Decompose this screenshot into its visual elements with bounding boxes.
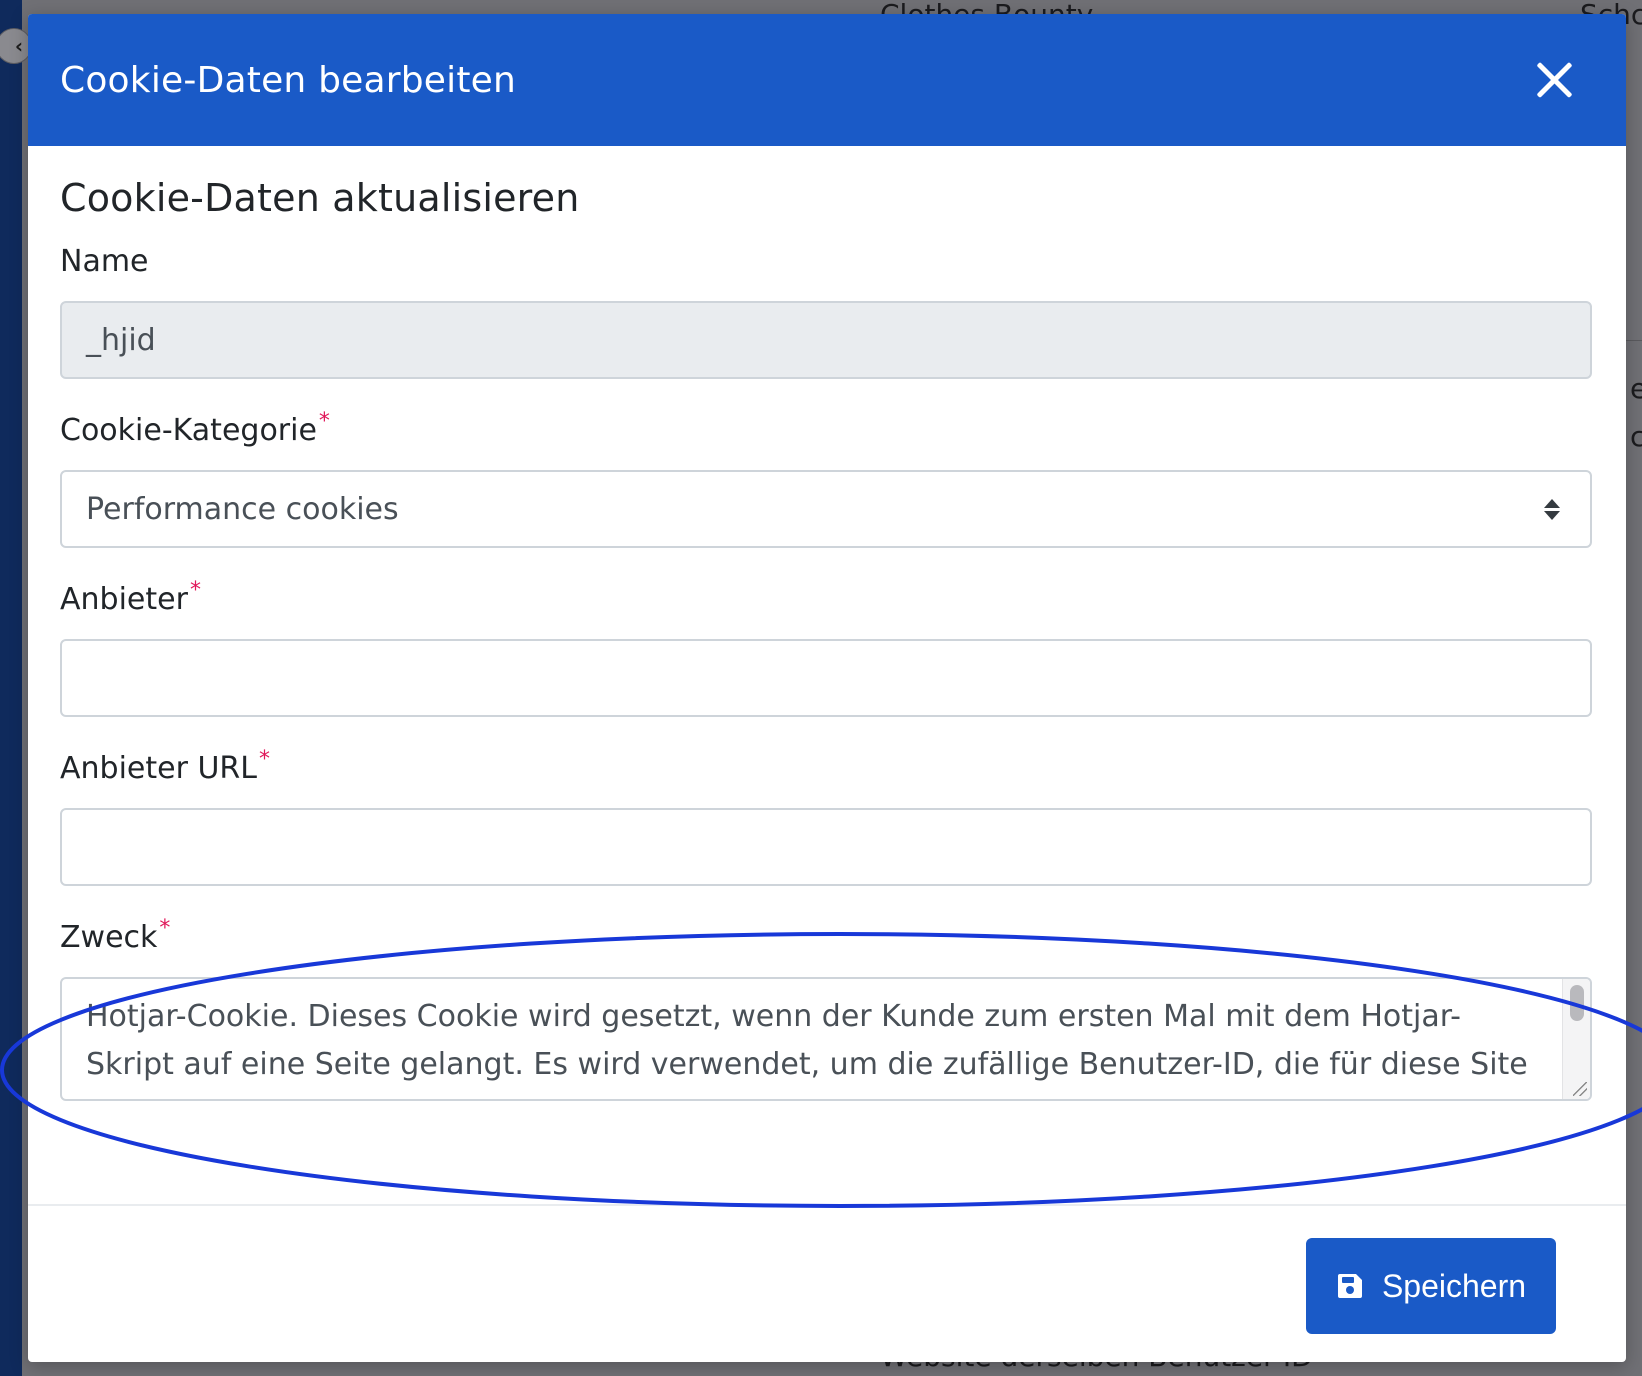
modal-header: Cookie-Daten bearbeiten <box>28 14 1626 146</box>
save-button-label: Speichern <box>1381 1267 1527 1304</box>
required-asterisk: * <box>189 578 201 603</box>
chevron-left-icon: ‹ <box>14 34 24 58</box>
modal-title: Cookie-Daten bearbeiten <box>60 59 517 101</box>
purpose-textarea[interactable]: Hotjar-Cookie. Dieses Cookie wird gesetz… <box>60 977 1592 1101</box>
required-asterisk: * <box>258 747 270 772</box>
name-input[interactable]: _hjid <box>60 301 1592 379</box>
left-navigation-bar <box>0 0 22 1376</box>
provider-label: Anbieter* <box>60 578 201 617</box>
required-asterisk: * <box>159 916 171 941</box>
edit-cookie-modal: Cookie-Daten bearbeiten Cookie-Daten akt… <box>28 14 1626 1362</box>
purpose-text: Hotjar-Cookie. Dieses Cookie wird gesetz… <box>86 999 1528 1082</box>
close-icon[interactable] <box>1528 54 1580 106</box>
purpose-field-group: Zweck* Hotjar-Cookie. Dieses Cookie wird… <box>60 916 1594 1101</box>
provider-field-group: Anbieter* <box>60 578 1594 717</box>
save-button[interactable]: Speichern <box>1306 1238 1556 1334</box>
background-text: e <box>1630 372 1642 405</box>
modal-footer: Speichern <box>28 1204 1626 1362</box>
background-text: c <box>1630 420 1642 453</box>
modal-body: Cookie-Daten aktualisieren Name _hjid Co… <box>28 146 1626 1204</box>
category-selected-value: Performance cookies <box>86 491 399 527</box>
provider-url-field-group: Anbieter URL* <box>60 747 1594 886</box>
textarea-scrollbar[interactable] <box>1562 979 1590 1099</box>
sort-arrows-icon <box>1544 498 1560 520</box>
provider-url-label: Anbieter URL* <box>60 747 270 786</box>
scrollbar-thumb[interactable] <box>1570 985 1584 1021</box>
category-label: Cookie-Kategorie* <box>60 409 330 448</box>
purpose-label: Zweck* <box>60 916 171 955</box>
resize-handle-icon[interactable] <box>1573 1082 1587 1096</box>
category-field-group: Cookie-Kategorie* Performance cookies <box>60 409 1594 548</box>
provider-url-input[interactable] <box>60 808 1592 886</box>
category-select[interactable]: Performance cookies <box>60 470 1592 548</box>
required-asterisk: * <box>318 409 330 434</box>
name-label: Name <box>60 244 149 279</box>
section-title: Cookie-Daten aktualisieren <box>60 176 580 220</box>
floppy-disk-icon <box>1337 1274 1362 1298</box>
provider-input[interactable] <box>60 639 1592 717</box>
name-field-group: Name _hjid <box>60 244 1594 379</box>
